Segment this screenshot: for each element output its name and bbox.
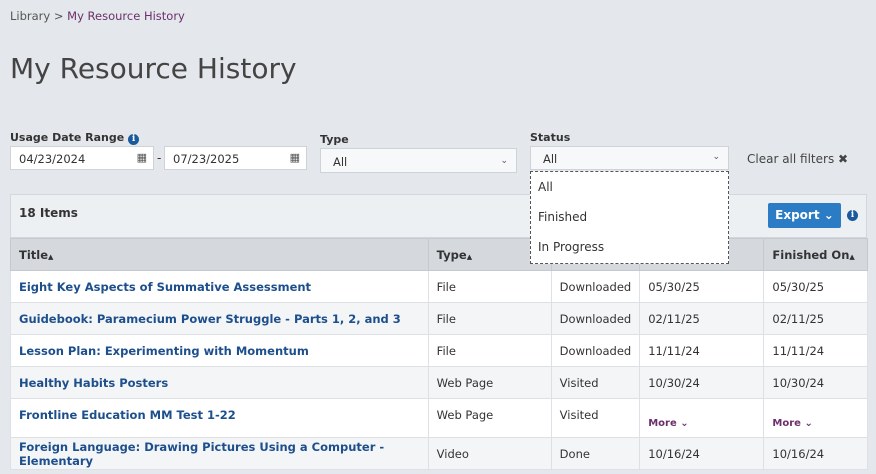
date-cell: 02/11/25 [639, 302, 765, 335]
table-row: Foreign Language: Drawing Pictures Using… [10, 437, 868, 470]
table-row: Guidebook: Paramecium Power Struggle - P… [10, 302, 868, 335]
date-to-input[interactable]: 07/23/2025 ▦ [164, 146, 307, 170]
chevron-down-icon: ⌄ [712, 152, 720, 162]
clear-filters-button[interactable]: Clear all filters ✖ [747, 152, 848, 166]
date-cell: 10/30/24 [639, 366, 765, 399]
calendar-icon[interactable]: ▦ [290, 151, 300, 164]
status-cell: Visited [550, 398, 641, 438]
resource-title-link[interactable]: Healthy Habits Posters [10, 366, 429, 399]
type-cell: File [427, 270, 552, 303]
sort-up-icon: ▲ [48, 252, 54, 261]
table-row: Frontline Education MM Test 1-22 Web Page… [10, 398, 868, 438]
chevron-down-icon: ⌄ [680, 418, 689, 429]
table-row: Eight Key Aspects of Summative Assessmen… [10, 270, 868, 303]
status-select[interactable]: All ⌄ [530, 146, 729, 170]
status-cell: Downloaded [550, 270, 641, 303]
sort-up-icon: ▲ [849, 252, 855, 261]
table-row: Healthy Habits Posters Web Page Visited 10/… [10, 366, 868, 399]
resource-table: Title▲ Type▲ Finished On▲ Eight Key Aspe… [10, 238, 868, 470]
more-toggle[interactable]: More ⌄ [772, 418, 812, 429]
finished-on-cell: 10/16/24 [763, 437, 868, 470]
date-cell: 11/11/24 [639, 334, 765, 367]
chevron-down-icon: ⌄ [500, 156, 508, 166]
date-range-label-text: Usage Date Range [10, 131, 125, 144]
clear-filters-label: Clear all filters [747, 152, 835, 166]
export-label: Export [775, 208, 820, 222]
status-value: All [543, 152, 558, 166]
type-cell: Web Page [427, 366, 552, 399]
type-select[interactable]: All ⌄ [320, 148, 517, 173]
finished-on-cell: 10/30/24 [763, 366, 868, 399]
column-header-title[interactable]: Title▲ [10, 238, 429, 271]
status-cell: Done [550, 437, 641, 470]
date-from-value: 04/23/2024 [19, 152, 86, 166]
type-cell: File [427, 334, 552, 367]
export-button[interactable]: Export ⌄ [768, 203, 841, 228]
finished-on-cell: 02/11/25 [763, 302, 868, 335]
finished-on-cell: 05/30/25 [763, 270, 868, 303]
more-toggle[interactable]: More ⌄ [648, 418, 688, 429]
sort-up-icon: ▲ [466, 252, 473, 261]
page-title: My Resource History [10, 52, 297, 85]
date-separator: - [157, 151, 162, 165]
date-range-label: Usage Date Range i [10, 131, 140, 145]
status-dropdown-menu: All Finished In Progress [530, 171, 729, 264]
date-cell: 05/30/25 [639, 270, 765, 303]
date-from-input[interactable]: 04/23/2024 ▦ [10, 146, 154, 170]
column-type-label: Type [436, 247, 467, 262]
status-cell: Downloaded [550, 334, 641, 367]
table-row: Lesson Plan: Experimenting with Momentum… [10, 334, 868, 367]
status-option-all[interactable]: All [531, 172, 728, 202]
calendar-icon[interactable]: ▦ [137, 151, 147, 164]
date-to-value: 07/23/2025 [173, 152, 240, 166]
date-cell: More ⌄ [639, 398, 765, 438]
more-label: More [648, 418, 677, 429]
breadcrumb-separator: > [53, 9, 64, 23]
type-label: Type [320, 133, 349, 146]
resource-title-link[interactable]: Guidebook: Paramecium Power Struggle - P… [10, 302, 429, 335]
status-label: Status [530, 131, 571, 144]
breadcrumb: Library > My Resource History [10, 9, 185, 23]
chevron-down-icon: ⌄ [823, 208, 834, 222]
resource-title-link[interactable]: Frontline Education MM Test 1-22 [10, 398, 429, 438]
finished-on-cell: More ⌄ [763, 398, 868, 438]
resource-title-link[interactable]: Eight Key Aspects of Summative Assessmen… [10, 270, 429, 303]
type-cell: Web Page [427, 398, 552, 438]
type-cell: Video [427, 437, 552, 470]
date-cell: 10/16/24 [639, 437, 765, 470]
breadcrumb-current: My Resource History [67, 9, 185, 23]
status-cell: Downloaded [550, 302, 641, 335]
type-cell: File [427, 302, 552, 335]
column-header-finished-on[interactable]: Finished On▲ [763, 238, 868, 271]
resource-title-link[interactable]: Foreign Language: Drawing Pictures Using… [10, 437, 429, 470]
resource-title-link[interactable]: Lesson Plan: Experimenting with Momentum [10, 334, 429, 367]
table-toolbar: 18 Items [10, 194, 867, 238]
status-cell: Visited [550, 366, 641, 399]
info-icon[interactable]: i [847, 210, 858, 221]
item-count: 18 Items [19, 206, 78, 220]
info-icon[interactable]: i [128, 134, 140, 145]
close-icon: ✖ [838, 152, 849, 166]
type-value: All [333, 155, 348, 169]
chevron-down-icon: ⌄ [804, 418, 813, 429]
breadcrumb-library[interactable]: Library [10, 9, 50, 23]
status-option-finished[interactable]: Finished [531, 202, 728, 232]
column-finished-label: Finished On [772, 247, 850, 262]
column-title-label: Title [19, 247, 49, 262]
finished-on-cell: 11/11/24 [763, 334, 868, 367]
status-option-in-progress[interactable]: In Progress [531, 232, 728, 262]
more-label: More [772, 418, 801, 429]
